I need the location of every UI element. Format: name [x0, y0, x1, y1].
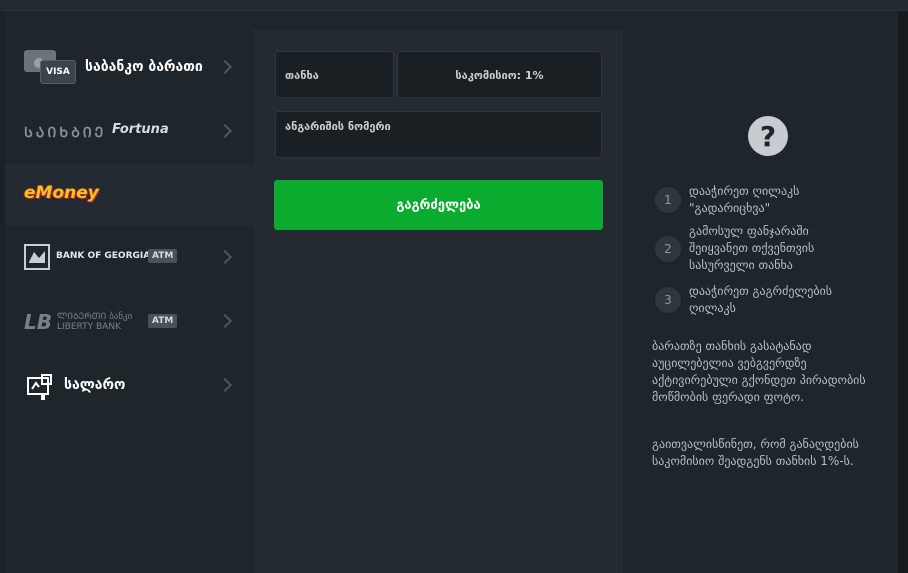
fortuna-logo-text: ᲡᲐᲘᲮᲑᲘᲔ [24, 125, 107, 141]
chevron-right-icon [217, 249, 233, 265]
sidebar-item-label: საბანკო ბარათი [85, 59, 203, 75]
step-number: 1 [655, 187, 681, 213]
chevron-right-icon [217, 123, 233, 139]
step-2: 2 გამოსულ ფანჯარაში შეიყვანეთ თქვენთვის … [655, 223, 859, 274]
instructions-panel: ? 1 დააჭირეთ ღილაკს "გადარიცხვა" 2 გამოს… [623, 30, 898, 573]
question-mark-icon: ? [748, 116, 788, 156]
info-paragraph-commission: გაითვალისწინეთ, რომ განაღდების საკომისიო… [652, 437, 859, 468]
liberty-bank-icon: LB [24, 310, 52, 334]
step-text: დააჭირეთ ღილაკს "გადარიცხვა" [689, 184, 800, 215]
sidebar-item-bank-of-georgia[interactable]: BANK OF GEORGIA ATM [5, 226, 254, 288]
amount-input[interactable]: თანხა [275, 51, 394, 98]
sidebar-item-emoney[interactable]: eMoney [5, 164, 254, 226]
card-icon: VISA [24, 50, 76, 84]
atm-badge: ATM [148, 249, 178, 263]
sidebar-item-label: სალარო [64, 377, 126, 393]
info-paragraph-photo: ბარათზე თანხის გასატანად აუცილებელია ვებ… [652, 339, 866, 404]
amount-label: თანხა [285, 69, 319, 82]
payment-methods-sidebar: VISA საბანკო ბარათი ᲡᲐᲘᲮᲑᲘᲔ Fortuna eMon… [5, 30, 254, 573]
cashier-icon [26, 373, 54, 401]
sidebar-item-cashier[interactable]: სალარო [5, 354, 254, 416]
account-label: ანგარიშის ნომერი [285, 120, 391, 133]
account-number-input[interactable]: ანგარიშის ნომერი [275, 111, 602, 158]
chevron-right-icon [217, 377, 233, 393]
sidebar-item-label-bottom: LIBERTY BANK [57, 322, 121, 332]
step-1: 1 დააჭირეთ ღილაკს "გადარიცხვა" [655, 183, 859, 217]
right-edge [898, 11, 908, 573]
step-number: 3 [655, 287, 681, 313]
visa-badge: VISA [40, 60, 76, 84]
step-text: გამოსულ ფანჯარაში შეიყვანეთ თქვენთვის სა… [689, 224, 815, 272]
sidebar-item-bank-card[interactable]: VISA საბანკო ბარათი [5, 36, 254, 98]
commission-field: საკომისიო: 1% [397, 51, 602, 98]
sidebar-item-label: BANK OF GEORGIA [56, 251, 151, 261]
atm-badge: ATM [148, 314, 178, 328]
chevron-right-icon [217, 313, 233, 329]
withdraw-form: თანხა საკომისიო: 1% ანგარიშის ნომერი გაგ… [254, 30, 623, 573]
bank-of-georgia-icon [24, 244, 50, 270]
emoney-logo: eMoney [24, 183, 99, 203]
fortuna-logo-script: Fortuna [112, 122, 169, 137]
continue-button[interactable]: გაგრძელება [274, 180, 603, 230]
step-number: 2 [655, 235, 681, 262]
chevron-right-icon [217, 59, 233, 75]
sidebar-item-fortuna[interactable]: ᲡᲐᲘᲮᲑᲘᲔ Fortuna [5, 100, 254, 162]
sidebar-item-label-top: ᲚᲘᲑᲔᲠᲗᲘ ბანკი [57, 312, 133, 322]
top-bar [0, 0, 908, 11]
step-3: 3 დააჭირეთ გაგრძელების ღილაკს [655, 283, 859, 317]
step-text: დააჭირეთ გაგრძელების ღილაკს [689, 284, 833, 315]
sidebar-item-liberty-bank[interactable]: LB ᲚᲘᲑᲔᲠᲗᲘ ბანკი LIBERTY BANK ATM [5, 290, 254, 352]
commission-label: საკომისიო: 1% [455, 69, 544, 82]
